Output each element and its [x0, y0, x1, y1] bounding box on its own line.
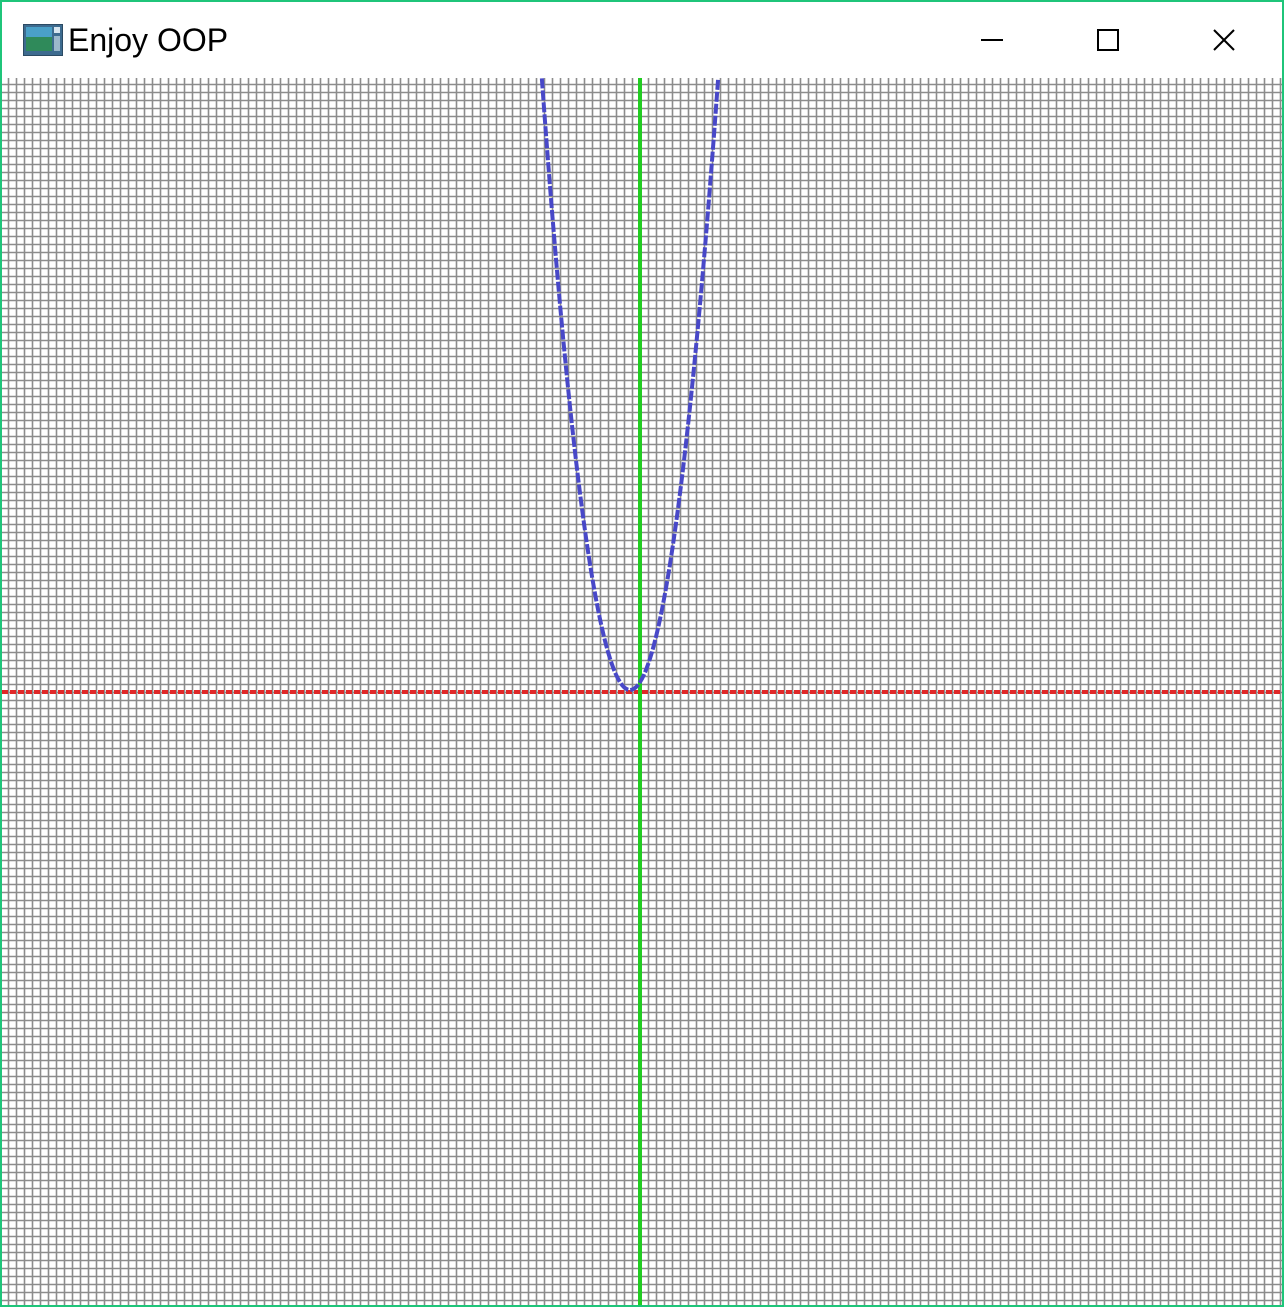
app-window: Enjoy OOP — [0, 0, 1284, 1307]
close-icon — [1213, 29, 1235, 51]
title-bar[interactable]: Enjoy OOP — [2, 2, 1282, 78]
maximize-icon — [1097, 29, 1119, 51]
minimize-button[interactable] — [934, 2, 1050, 78]
window-title: Enjoy OOP — [68, 22, 229, 58]
plot-canvas[interactable] — [2, 78, 1282, 1305]
app-window-icon — [23, 24, 63, 56]
close-button[interactable] — [1166, 2, 1282, 78]
maximize-button[interactable] — [1050, 2, 1166, 78]
minimize-icon — [981, 29, 1003, 51]
plot-surface — [2, 78, 1282, 1305]
